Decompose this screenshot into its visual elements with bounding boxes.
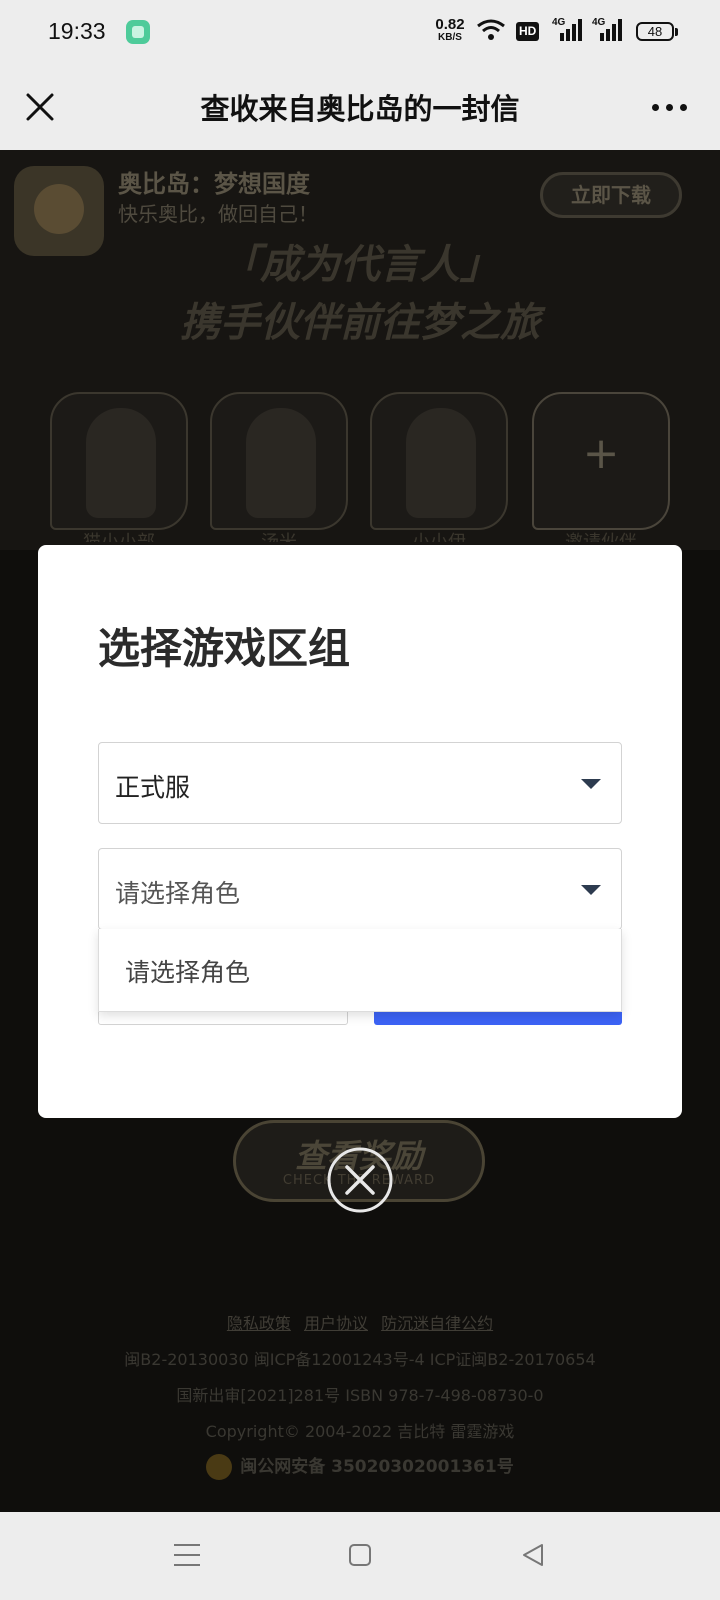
slogan-line-2: 携手伙伴前往梦之旅: [180, 299, 540, 346]
user-agreement-link[interactable]: 用户协议: [304, 1314, 368, 1333]
slogan-line-1: 「成为代言人」: [220, 241, 500, 288]
page-title: 查收来自奥比岛的一封信: [200, 92, 520, 126]
menu-icon[interactable]: [174, 1544, 200, 1566]
status-bar: 19:33 0.82 KB/S HD 4G 4G 48: [0, 0, 720, 64]
chevron-down-icon: [581, 885, 601, 895]
dialog-title: 选择游戏区组: [98, 624, 351, 673]
signal-icon: 4G: [552, 17, 584, 47]
game-app-name: 奥比岛：梦想国度: [118, 170, 310, 198]
signal-icon: 4G: [592, 17, 624, 47]
back-icon[interactable]: [520, 1542, 546, 1568]
title-bar: 查收来自奥比岛的一封信: [0, 64, 720, 150]
status-time: 19:33: [48, 18, 106, 44]
publication-info: 国新出审[2021]281号 ISBN 978-7-498-08730-0: [176, 1386, 544, 1405]
privacy-policy-link[interactable]: 隐私政策: [227, 1314, 291, 1333]
plus-icon: +: [582, 428, 620, 479]
signal-label: 4G: [552, 17, 566, 28]
signal-label: 4G: [592, 17, 606, 28]
character-figure: [86, 408, 156, 518]
select-server-dialog: 选择游戏区组 正式服 请选择角色 取消 确定 请选择角色: [38, 545, 682, 1118]
system-nav-bar: [0, 1512, 720, 1600]
server-select-value: 正式服: [115, 773, 191, 802]
close-icon[interactable]: [20, 87, 60, 127]
character-card[interactable]: [50, 392, 188, 530]
role-select-placeholder: 请选择角色: [115, 879, 241, 908]
network-speed-unit: KB/S: [438, 32, 462, 43]
wifi-icon: [477, 19, 505, 40]
server-select[interactable]: 正式服: [98, 742, 622, 824]
footer-links: 隐私政策 用户协议 防沉迷自律公约: [0, 1310, 720, 1334]
character-name: 汤米: [210, 528, 348, 542]
network-speed: 0.82 KB/S: [430, 17, 470, 43]
character-name: 小小伊: [370, 528, 508, 542]
game-app-description: 快乐奥比，做回自己！: [118, 202, 318, 226]
role-dropdown-option[interactable]: 请选择角色: [125, 953, 250, 989]
role-select[interactable]: 请选择角色: [98, 848, 622, 930]
police-record: 闽公网安备 35020302001361号: [0, 1452, 720, 1480]
police-badge-icon: [206, 1454, 233, 1480]
character-name: 猫小小部: [50, 528, 188, 542]
download-button[interactable]: 立即下载: [540, 172, 682, 218]
chevron-down-icon: [581, 779, 601, 789]
close-circle-icon[interactable]: [326, 1146, 394, 1214]
character-name: 邀请伙伴: [532, 528, 670, 542]
battery-icon: 48: [636, 22, 678, 41]
character-card[interactable]: [370, 392, 508, 530]
more-options-icon[interactable]: [652, 104, 688, 112]
character-figure: [406, 408, 476, 518]
app-notification-icon: [126, 20, 150, 44]
character-figure: [246, 408, 316, 518]
police-record-text: 闽公网安备 35020302001361号: [240, 1457, 514, 1477]
home-icon[interactable]: [349, 1544, 371, 1566]
network-speed-value: 0.82: [435, 16, 465, 33]
license-info: 闽B2-20130030 闽ICP备12001243号-4 ICP证闽B2-20…: [124, 1350, 596, 1369]
hd-voice-badge: HD: [516, 22, 540, 41]
add-character-card[interactable]: +: [532, 392, 670, 530]
hero-banner: 奥比岛：梦想国度 快乐奥比，做回自己！ 立即下载 「成为代言人」 携手伙伴前往梦…: [0, 150, 720, 550]
anti-addiction-link[interactable]: 防沉迷自律公约: [381, 1314, 493, 1333]
copyright: Copyright© 2004-2022 吉比特 雷霆游戏: [205, 1422, 515, 1441]
character-card[interactable]: [210, 392, 348, 530]
role-dropdown-menu: 请选择角色: [98, 929, 622, 1012]
